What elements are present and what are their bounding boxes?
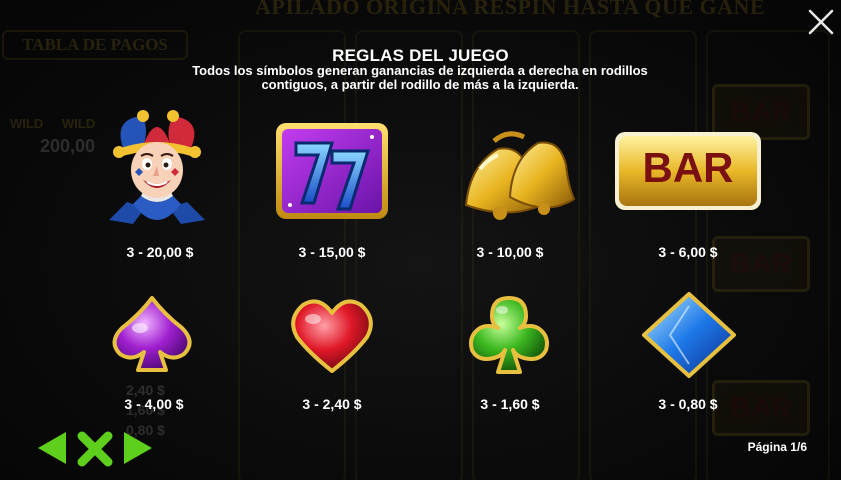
bells-icon — [464, 131, 576, 220]
heart-icon — [291, 299, 373, 373]
club-payout: 3 - 1,60 $ — [480, 396, 540, 412]
bells-payout: 3 - 10,00 $ — [476, 244, 544, 260]
rules-description-line-2: contiguos, a partir del rodillo de más a… — [261, 77, 579, 92]
background-jackpot: 200,00 — [40, 136, 96, 156]
background-wild-label: WILD — [10, 116, 44, 131]
spade-payout: 3 - 4,00 $ — [124, 396, 184, 412]
page-indicator: Página 1/6 — [747, 440, 807, 454]
diamond-payout: 3 - 0,80 $ — [658, 396, 718, 412]
rules-description-line-1: Todos los símbolos generan ganancias de … — [192, 63, 648, 78]
heart-payout: 3 - 2,40 $ — [302, 396, 362, 412]
paytable-screen: APILADO ORIGINA RESPIN HASTA QUE GANE TA… — [0, 0, 841, 480]
bar-icon: BAR — [614, 131, 762, 211]
background-wild-label-2: WILD — [62, 116, 96, 131]
previous-page-arrow-icon[interactable] — [36, 430, 68, 466]
joker-payout: 3 - 20,00 $ — [126, 244, 194, 260]
close-paytable-x-icon[interactable] — [77, 431, 113, 467]
double-seven-icon — [276, 123, 388, 219]
spade-icon — [112, 296, 192, 372]
bar-payout: 3 - 6,00 $ — [658, 244, 718, 260]
seven-payout: 3 - 15,00 $ — [298, 244, 366, 260]
background-banner: APILADO ORIGINA RESPIN HASTA QUE GANE — [255, 0, 766, 19]
club-icon — [469, 296, 549, 374]
close-icon[interactable] — [806, 7, 836, 37]
bar-label: BAR — [642, 144, 734, 191]
diamond-icon — [642, 292, 736, 378]
joker-icon — [109, 110, 205, 224]
next-page-arrow-icon[interactable] — [122, 430, 154, 466]
rules-description: Todos los símbolos generan ganancias de … — [150, 64, 690, 92]
